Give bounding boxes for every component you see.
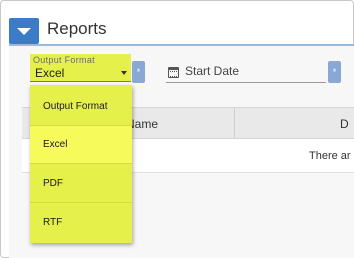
calendar-icon[interactable] <box>168 67 179 78</box>
required-marker-button[interactable]: * <box>328 61 341 83</box>
panel-header: Reports <box>9 18 354 44</box>
empty-table-message: There ar <box>309 150 351 162</box>
output-format-dropdown: Output Format Excel PDF RTF <box>30 85 132 243</box>
dropdown-option-label: PDF <box>43 178 63 189</box>
column-header-d[interactable]: D <box>340 117 349 131</box>
panel-title: Reports <box>47 19 107 38</box>
output-format-value: Excel <box>35 66 65 80</box>
start-date-underline <box>166 82 326 83</box>
output-format-underline <box>30 81 131 82</box>
output-format-select[interactable]: Output Format Excel <box>30 54 131 82</box>
dropdown-option-output-format[interactable]: Output Format <box>30 88 132 126</box>
dropdown-option-pdf[interactable]: PDF <box>30 165 132 203</box>
dropdown-caret-icon <box>121 71 127 75</box>
start-date-field[interactable]: Start Date <box>166 62 326 83</box>
required-marker-button[interactable]: * <box>132 61 145 83</box>
start-date-label: Start Date <box>185 64 240 78</box>
collapse-button[interactable] <box>9 18 39 44</box>
dropdown-option-excel[interactable]: Excel <box>30 126 132 164</box>
column-divider <box>234 108 235 139</box>
dropdown-option-rtf[interactable]: RTF <box>30 204 132 242</box>
reports-panel: Reports Output Format Excel * Start Date… <box>0 0 354 258</box>
dropdown-option-label: Output Format <box>43 101 108 112</box>
dropdown-option-label: Excel <box>43 139 68 150</box>
dropdown-option-label: RTF <box>43 217 63 228</box>
output-format-label: Output Format <box>33 55 95 65</box>
chevron-down-icon <box>17 28 31 35</box>
